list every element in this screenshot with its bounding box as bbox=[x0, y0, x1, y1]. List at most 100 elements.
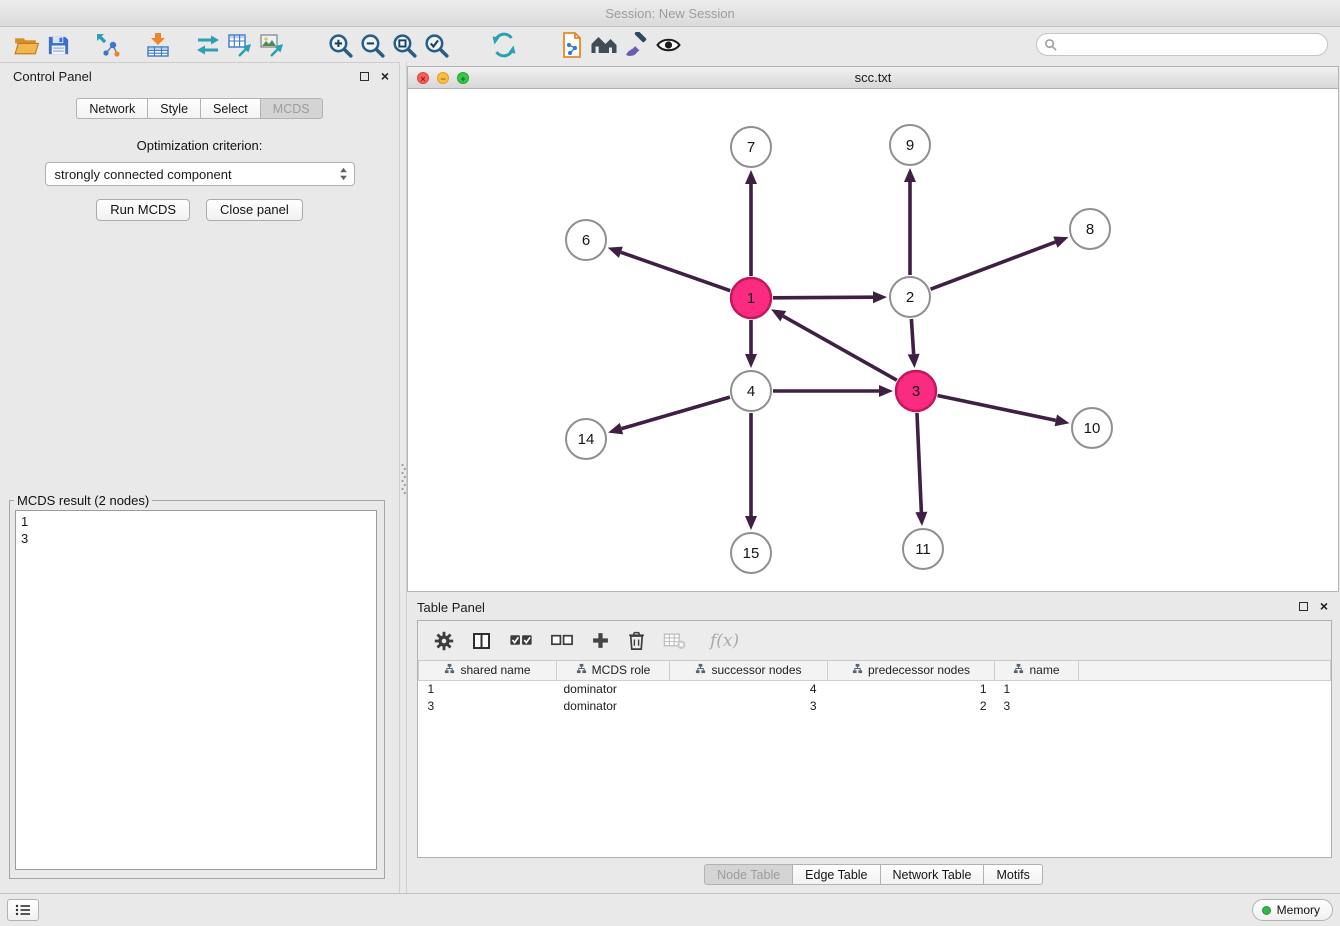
selected-option: strongly connected component bbox=[55, 167, 339, 182]
eye-icon[interactable] bbox=[652, 29, 684, 61]
table-cell[interactable]: dominator bbox=[557, 680, 670, 698]
table-row[interactable]: 3dominator323 bbox=[419, 698, 1331, 715]
run-mcds-button[interactable]: Run MCDS bbox=[96, 199, 190, 221]
graph-node-14[interactable]: 14 bbox=[566, 419, 606, 459]
table-cell[interactable]: 3 bbox=[419, 698, 557, 715]
graph-node-4[interactable]: 4 bbox=[731, 371, 771, 411]
window-titlebar: Session: New Session bbox=[0, 0, 1340, 27]
column-header-successor-nodes[interactable]: successor nodes bbox=[670, 661, 828, 680]
tab-node-table[interactable]: Node Table bbox=[704, 864, 793, 885]
tab-style[interactable]: Style bbox=[147, 98, 201, 119]
window-close-icon[interactable]: × bbox=[417, 72, 429, 84]
graph-node-6[interactable]: 6 bbox=[566, 220, 606, 260]
graph-node-7[interactable]: 7 bbox=[731, 127, 771, 167]
export-network-icon[interactable] bbox=[192, 29, 224, 61]
import-table-icon[interactable] bbox=[142, 29, 174, 61]
delete-column-trash-icon[interactable] bbox=[627, 630, 646, 651]
refresh-icon[interactable] bbox=[488, 29, 520, 61]
table-cell[interactable]: 3 bbox=[995, 698, 1079, 715]
graph-node-8[interactable]: 8 bbox=[1070, 209, 1110, 249]
optimization-criterion-select[interactable]: strongly connected component bbox=[45, 162, 355, 186]
mcds-result-item[interactable]: 1 bbox=[21, 513, 371, 530]
close-table-panel-icon[interactable]: × bbox=[1320, 597, 1328, 615]
graph-node-9[interactable]: 9 bbox=[890, 125, 930, 165]
zoom-selected-icon[interactable] bbox=[420, 29, 452, 61]
column-header-shared-name[interactable]: shared name bbox=[419, 661, 557, 680]
tab-mcds[interactable]: MCDS bbox=[260, 98, 323, 119]
table-cell[interactable]: dominator bbox=[557, 698, 670, 715]
style-icon[interactable] bbox=[620, 29, 652, 61]
graph-node-15[interactable]: 15 bbox=[731, 533, 771, 573]
table-cell[interactable]: 4 bbox=[670, 680, 828, 698]
graph-node-11[interactable]: 11 bbox=[903, 529, 943, 569]
node-table: shared nameMCDS rolesuccessor nodesprede… bbox=[418, 661, 1331, 857]
memory-label: Memory bbox=[1277, 903, 1320, 917]
dropdown-arrows-icon bbox=[339, 167, 348, 181]
float-panel-icon[interactable] bbox=[360, 72, 369, 81]
show-columns-icon[interactable] bbox=[471, 631, 492, 651]
table-cell[interactable]: 2 bbox=[828, 698, 995, 715]
close-panel-button[interactable]: Close panel bbox=[206, 199, 303, 221]
table-toolbar: f(x) bbox=[418, 621, 1331, 661]
graph-node-3[interactable]: 3 bbox=[896, 371, 936, 411]
close-panel-icon[interactable]: × bbox=[381, 67, 389, 85]
status-bar: Memory bbox=[0, 893, 1340, 926]
open-session-icon[interactable] bbox=[10, 29, 42, 61]
graph-edge-3-11[interactable] bbox=[917, 413, 921, 512]
column-header-name[interactable]: name bbox=[995, 661, 1079, 680]
zoom-fit-icon[interactable] bbox=[388, 29, 420, 61]
graph-edge-2-3[interactable] bbox=[911, 319, 913, 354]
export-table-icon[interactable] bbox=[224, 29, 256, 61]
task-history-button[interactable] bbox=[7, 899, 39, 921]
table-settings-gear-icon[interactable] bbox=[434, 631, 454, 651]
graph-node-2[interactable]: 2 bbox=[890, 277, 930, 317]
tab-motifs[interactable]: Motifs bbox=[983, 864, 1042, 885]
svg-text:7: 7 bbox=[747, 139, 755, 156]
save-session-icon[interactable] bbox=[42, 29, 74, 61]
graph-node-1[interactable]: 1 bbox=[731, 278, 771, 318]
graph-edge-2-8[interactable] bbox=[931, 242, 1056, 289]
tab-select[interactable]: Select bbox=[200, 98, 261, 119]
table-cell[interactable]: 1 bbox=[995, 680, 1079, 698]
select-all-rows-icon[interactable] bbox=[509, 632, 533, 649]
table-cell[interactable]: 1 bbox=[419, 680, 557, 698]
graph-edge-1-2[interactable] bbox=[773, 297, 873, 298]
mcds-result-group: MCDS result (2 nodes) 13 bbox=[9, 493, 385, 879]
network-from-clipboard-icon[interactable] bbox=[556, 29, 588, 61]
graph-edge-3-1[interactable] bbox=[783, 316, 897, 380]
graph-node-10[interactable]: 10 bbox=[1072, 408, 1112, 448]
table-cell-filler bbox=[1079, 680, 1331, 698]
optimization-criterion-label: Optimization criterion: bbox=[0, 138, 399, 153]
home-icon[interactable] bbox=[588, 29, 620, 61]
column-header-mcds-role[interactable]: MCDS role bbox=[557, 661, 670, 680]
graph-edge-3-10[interactable] bbox=[938, 396, 1056, 421]
graph-edge-1-6[interactable] bbox=[621, 252, 730, 290]
tab-network-table[interactable]: Network Table bbox=[880, 864, 985, 885]
deselect-all-rows-icon[interactable] bbox=[550, 632, 574, 649]
graph-edge-4-14[interactable] bbox=[622, 397, 730, 429]
tab-network[interactable]: Network bbox=[76, 98, 148, 119]
window-minimize-icon[interactable]: − bbox=[437, 72, 449, 84]
application-window: Session: New Session bbox=[0, 0, 1340, 926]
export-image-icon[interactable] bbox=[256, 29, 288, 61]
vertical-splitter[interactable] bbox=[399, 62, 407, 893]
window-zoom-icon[interactable]: + bbox=[457, 72, 469, 84]
mcds-result-item[interactable]: 3 bbox=[21, 530, 371, 547]
graph-edge-arrowhead bbox=[745, 354, 757, 368]
memory-button[interactable]: Memory bbox=[1252, 899, 1333, 921]
create-column-plus-icon[interactable] bbox=[591, 631, 610, 650]
zoom-out-icon[interactable] bbox=[356, 29, 388, 61]
table-cell[interactable]: 1 bbox=[828, 680, 995, 698]
column-header-predecessor-nodes[interactable]: predecessor nodes bbox=[828, 661, 995, 680]
table-row[interactable]: 1dominator411 bbox=[419, 680, 1331, 698]
network-window-titlebar[interactable]: × − + scc.txt bbox=[408, 67, 1338, 89]
table-cell[interactable]: 3 bbox=[670, 698, 828, 715]
zoom-in-icon[interactable] bbox=[324, 29, 356, 61]
network-canvas[interactable]: 7 9 6 8 1 2 4 3 14 10 15 11 bbox=[408, 89, 1338, 591]
mcds-result-list[interactable]: 13 bbox=[15, 510, 377, 870]
tab-edge-table[interactable]: Edge Table bbox=[792, 864, 880, 885]
import-network-icon[interactable] bbox=[92, 29, 124, 61]
svg-text:9: 9 bbox=[906, 137, 914, 154]
search-input[interactable] bbox=[1057, 36, 1327, 54]
float-table-panel-icon[interactable] bbox=[1299, 602, 1308, 611]
